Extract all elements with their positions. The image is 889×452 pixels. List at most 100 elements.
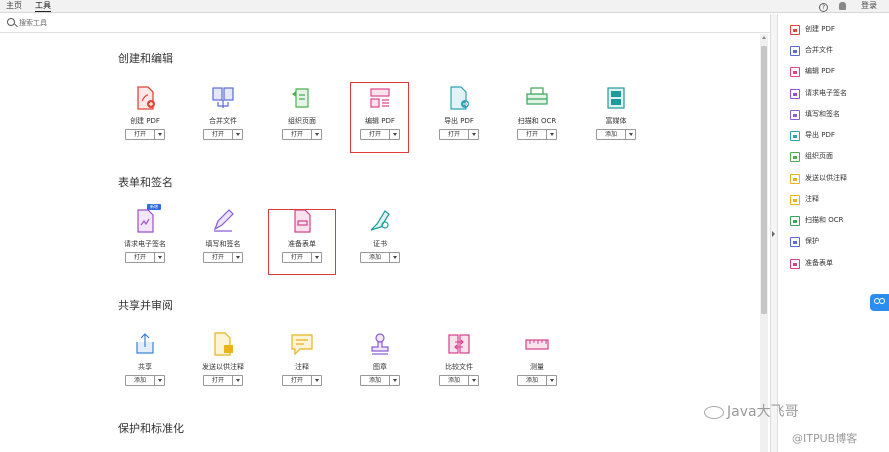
right-panel-item[interactable]: 请求电子签名 [790,88,885,102]
tool-label: 证书 [373,240,387,248]
add-button[interactable]: 添加 [125,375,165,386]
open-button[interactable]: 打开 [125,252,165,263]
open-button[interactable]: 打开 [203,375,243,386]
chevron-down-icon [629,133,633,136]
add-button[interactable]: 添加 [517,375,557,386]
chevron-down-icon [472,379,476,382]
create-pdf-icon [137,86,155,110]
tool-combine-files: 合并文件 打开 [188,86,258,186]
right-panel-item[interactable]: 发送以供注释 [790,173,885,187]
organize-pages-icon [292,88,309,108]
tool-request-esign: 新增 请求电子签名 打开 [110,204,180,309]
right-panel-item-label: 填写和签名 [805,110,840,118]
tool-label: 组织页面 [288,117,316,125]
chevron-down-icon [315,379,319,382]
tab-home[interactable]: 主页 [6,0,22,11]
right-panel-item[interactable]: 编辑 PDF [790,66,885,80]
right-panel-item-label: 组织页面 [805,152,833,160]
right-panel-item-label: 合并文件 [805,46,833,54]
tool-export-pdf: 导出 PDF 打开 [424,86,494,186]
right-panel-item[interactable]: 导出 PDF [790,130,885,144]
login-link[interactable]: 登录 [861,0,877,11]
open-button[interactable]: 打开 [203,252,243,263]
chevron-down-icon [315,133,319,136]
edit-pdf-icon [790,67,800,77]
combine-files-icon [790,46,800,56]
right-panel-item[interactable]: 准备表单 [790,258,885,272]
tool-label: 注释 [295,363,309,371]
watermark-wechat: Java大飞哥 [704,401,799,421]
stamp-icon [371,333,389,355]
search-bar [0,14,770,33]
tool-label: 创建 PDF [130,117,160,125]
scroll-up-icon[interactable] [762,36,766,39]
combine-files-icon [212,87,234,108]
scrollbar-thumb[interactable] [761,46,767,314]
tool-label: 图章 [373,363,387,371]
right-panel-item-label: 创建 PDF [805,25,835,33]
right-panel-item-label: 注释 [805,195,819,203]
tool-label: 富媒体 [605,117,627,125]
tool-organize-pages: 组织页面 打开 [267,86,337,186]
prepare-form-icon [790,259,800,269]
tool-label: 测量 [530,363,544,371]
right-panel-item[interactable]: 扫描和 OCR [790,215,885,229]
wechat-icon [704,405,724,419]
tool-label: 请求电子签名 [124,240,166,248]
add-button[interactable]: 添加 [439,375,479,386]
tool-label: 比较文件 [445,363,473,371]
export-pdf-icon [790,131,800,141]
right-panel-item[interactable]: 组织页面 [790,151,885,165]
right-panel-item-label: 扫描和 OCR [805,216,844,224]
open-button[interactable]: 打开 [203,129,243,140]
open-button[interactable]: 打开 [439,129,479,140]
collapse-pane-icon[interactable] [772,231,775,237]
add-button[interactable]: 添加 [360,252,400,263]
tab-tools[interactable]: 工具 [35,0,51,12]
chevron-down-icon [158,256,162,259]
add-button[interactable]: 添加 [596,129,636,140]
open-button[interactable]: 打开 [125,129,165,140]
floating-link-button[interactable] [870,294,889,311]
right-panel-item[interactable]: 保护 [790,236,885,250]
tool-share: 共享 添加 [110,332,180,432]
bell-icon[interactable] [839,2,846,13]
top-nav-bar: 主页 工具 ? 登录 [0,0,889,13]
right-panel-item[interactable]: 合并文件 [790,45,885,59]
tool-label: 扫描和 OCR [517,117,557,125]
right-panel-item-label: 编辑 PDF [805,67,835,75]
chevron-down-icon [158,133,162,136]
organize-pages-icon [790,152,800,162]
share-icon [136,333,154,354]
chevron-down-icon [236,133,240,136]
send-comment-icon [214,332,233,356]
protect-icon [790,237,800,247]
watermark-itpub: @ITPUB博客 [792,432,858,445]
tool-scan-ocr: 扫描和 OCR 打开 [502,86,572,186]
highlight-box-edit-pdf [350,82,409,153]
help-icon[interactable]: ? [819,1,828,12]
right-panel-item-label: 请求电子签名 [805,89,847,97]
open-button[interactable]: 打开 [282,129,322,140]
compare-files-icon [448,334,470,354]
right-panel-item[interactable]: 注释 [790,194,885,208]
certificate-icon [370,210,390,231]
tool-label: 共享 [138,363,152,371]
create-pdf-icon [790,25,800,35]
add-button[interactable]: 添加 [360,375,400,386]
open-button[interactable]: 打开 [282,375,322,386]
right-panel-item[interactable]: 创建 PDF [790,24,885,38]
search-input[interactable] [19,17,319,29]
tool-rich-media: 富媒体 添加 [581,86,651,186]
open-button[interactable]: 打开 [517,129,557,140]
scan-ocr-icon [790,216,800,226]
tool-label: 发送以供注释 [202,363,244,371]
ruler-icon [525,339,549,350]
fill-sign-icon [213,209,234,232]
right-panel-item-label: 导出 PDF [805,131,835,139]
right-panel-item[interactable]: 填写和签名 [790,109,885,123]
search-icon [7,18,15,26]
section-title-create-edit: 创建和编辑 [118,52,173,65]
tool-certificate: 证书 添加 [345,209,415,309]
comment-icon [790,195,800,205]
